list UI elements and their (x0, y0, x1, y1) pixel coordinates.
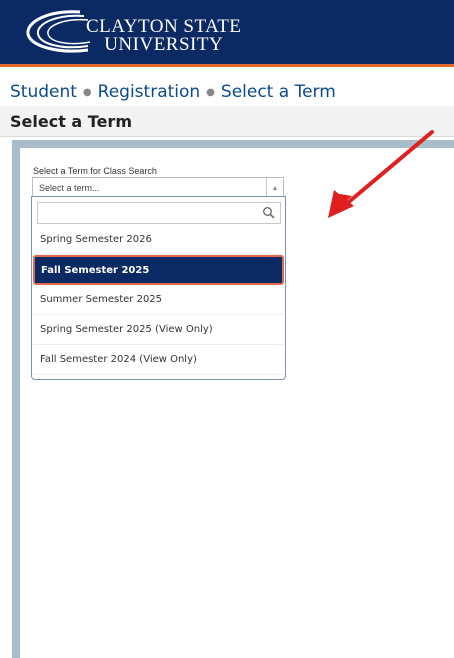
term-search-input[interactable] (37, 202, 281, 224)
term-dropdown: Spring Semester 2026 Fall Semester 2025 … (31, 196, 286, 380)
term-select-label: Select a Term for Class Search (33, 166, 157, 176)
breadcrumb-registration[interactable]: Registration (98, 82, 201, 102)
term-option[interactable]: Spring Semester 2026 (33, 225, 284, 255)
breadcrumb-separator-icon: ● (82, 86, 92, 98)
breadcrumb-select-term[interactable]: Select a Term (221, 82, 336, 102)
logo-line-2: UNIVERSITY (104, 34, 224, 55)
logo-wordmark: CLAYTON STATE UNIVERSITY (86, 17, 241, 55)
term-option-label: Spring Semester 2026 (40, 234, 152, 245)
term-option[interactable]: Spring Semester 2025 (View Only) (33, 315, 284, 345)
term-option[interactable]: Fall Semester 2024 (View Only) (33, 345, 284, 375)
term-option-label: Summer Semester 2025 (40, 294, 163, 305)
term-option[interactable]: Summer Semester 2025 (33, 285, 284, 315)
title-bar: Select a Term (0, 106, 454, 137)
search-icon (263, 207, 275, 219)
term-select-value: Select a term... (39, 183, 100, 193)
header-accent-stripe (0, 64, 454, 67)
app-header: CLAYTON STATE UNIVERSITY (0, 0, 454, 64)
page-title: Select a Term (10, 112, 132, 131)
university-logo[interactable]: CLAYTON STATE UNIVERSITY (18, 8, 248, 56)
breadcrumb: Student ● Registration ● Select a Term (10, 82, 336, 102)
term-option-label: Spring Semester 2025 (View Only) (40, 324, 213, 335)
term-option-label: Fall Semester 2024 (View Only) (40, 354, 197, 365)
breadcrumb-student[interactable]: Student (10, 82, 77, 102)
term-option-selected[interactable]: Fall Semester 2025 (33, 255, 284, 285)
term-option-label: Fall Semester 2025 (41, 265, 150, 276)
breadcrumb-separator-icon: ● (206, 86, 215, 98)
